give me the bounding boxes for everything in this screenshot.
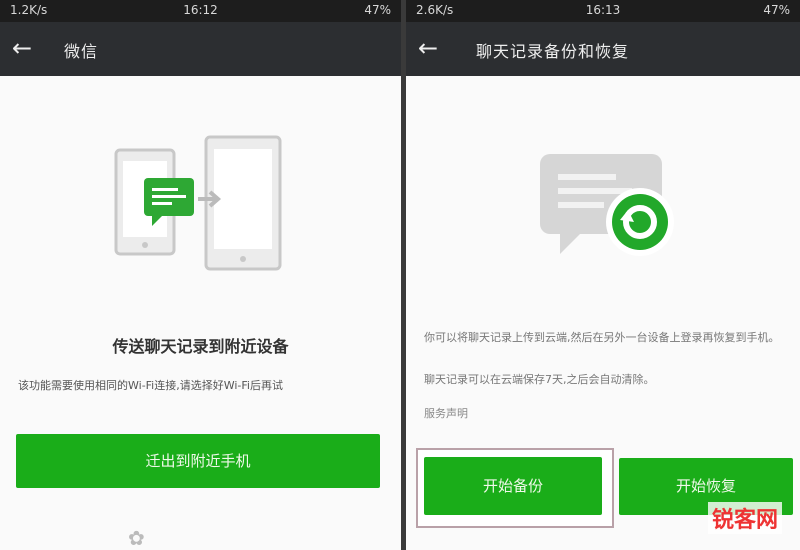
battery-level: 47% — [763, 3, 790, 17]
nav-title: 聊天记录备份和恢复 — [476, 42, 630, 61]
backup-description: 你可以将聊天记录上传到云端,然后在另外一台设备上登录再恢复到手机。 — [424, 331, 780, 344]
nav-bar: ← 聊天记录备份和恢复 — [406, 22, 800, 76]
status-bar: 1.2K/s 16:12 47% — [0, 0, 401, 22]
network-speed: 2.6K/s — [416, 3, 454, 17]
paw-watermark-icon: ✿ — [128, 526, 145, 550]
back-arrow-icon[interactable]: ← — [418, 34, 438, 62]
left-screen: 1.2K/s 16:12 47% ← 微信 传送聊天记录到附近设备 该功能需要使… — [0, 0, 401, 550]
nav-title: 微信 — [64, 42, 99, 61]
phone-transfer-icon — [114, 135, 282, 271]
status-time: 16:12 — [183, 3, 218, 17]
status-bar: 2.6K/s 16:13 47% — [406, 0, 800, 22]
chat-restore-icon — [540, 154, 674, 256]
wifi-hint: 该功能需要使用相同的Wi-Fi连接,请选择好Wi-Fi后再试 — [18, 379, 283, 392]
right-screen: 2.6K/s 16:13 47% ← 聊天记录备份和恢复 你可以将聊天记录上传到… — [406, 0, 800, 550]
nav-bar: ← 微信 — [0, 22, 401, 76]
page-heading: 传送聊天记录到附近设备 — [112, 337, 289, 356]
status-time: 16:13 — [585, 3, 621, 17]
network-speed: 1.2K/s — [10, 3, 48, 17]
retention-note: 聊天记录可以在云端保存7天,之后会自动清除。 — [424, 373, 655, 386]
migrate-to-nearby-phone-button[interactable]: 迁出到附近手机 — [16, 434, 380, 488]
start-backup-button[interactable]: 开始备份 — [424, 457, 602, 515]
back-arrow-icon[interactable]: ← — [12, 34, 32, 62]
battery-level: 47% — [364, 3, 391, 17]
service-statement-link[interactable]: 服务声明 — [424, 405, 468, 421]
site-watermark: 锐客网 — [707, 502, 782, 534]
